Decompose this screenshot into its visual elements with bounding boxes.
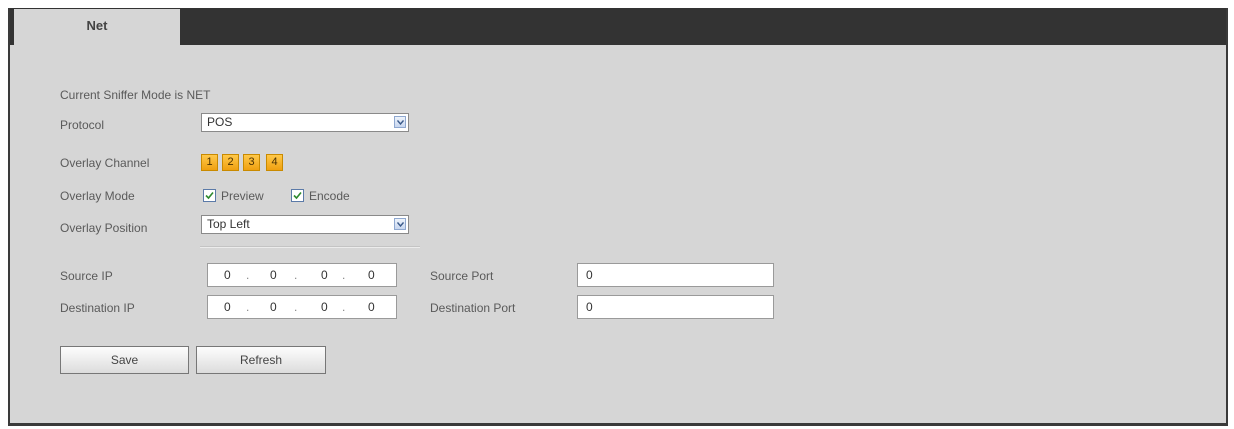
encode-checkbox[interactable] [291, 189, 304, 202]
destination-ip-label: Destination IP [60, 301, 135, 315]
chevron-down-icon[interactable] [394, 116, 406, 128]
section-divider [200, 246, 420, 248]
source-port-input[interactable]: 0 [577, 263, 774, 287]
preview-checkbox[interactable] [203, 189, 216, 202]
source-ip-octet-3: 0 [321, 268, 328, 282]
channel-1-button[interactable]: 1 [201, 154, 218, 171]
ip-separator: . [342, 268, 346, 282]
overlay-position-value: Top Left [207, 217, 250, 231]
overlay-position-label: Overlay Position [60, 221, 148, 235]
source-ip-label: Source IP [60, 269, 113, 283]
ip-separator: . [294, 268, 298, 282]
encode-label: Encode [309, 189, 350, 203]
destination-ip-octet-4: 0 [368, 300, 375, 314]
source-ip-octet-1: 0 [224, 268, 231, 282]
protocol-value: POS [207, 115, 233, 129]
channel-4-button[interactable]: 4 [266, 154, 283, 171]
protocol-select[interactable]: POS [201, 113, 409, 132]
ip-separator: . [246, 268, 250, 282]
protocol-label: Protocol [60, 118, 105, 132]
tab-net[interactable]: Net [14, 9, 180, 45]
overlay-position-select[interactable]: Top Left [201, 215, 409, 234]
source-ip-input[interactable]: 0 . 0 . 0 . 0 [207, 263, 397, 287]
channel-2-button[interactable]: 2 [222, 154, 239, 171]
refresh-button[interactable]: Refresh [196, 346, 326, 374]
destination-ip-octet-3: 0 [321, 300, 328, 314]
destination-ip-input[interactable]: 0 . 0 . 0 . 0 [207, 295, 397, 319]
net-settings-panel: Net Current Sniffer Mode is NET Protocol… [8, 8, 1228, 426]
destination-ip-octet-2: 0 [270, 300, 277, 314]
tab-bar: Net [10, 8, 1226, 45]
destination-port-label: Destination Port [430, 301, 516, 315]
source-port-label: Source Port [430, 269, 494, 283]
ip-separator: . [246, 300, 250, 314]
chevron-down-icon[interactable] [394, 218, 406, 230]
source-ip-octet-4: 0 [368, 268, 375, 282]
sniffer-mode-status: Current Sniffer Mode is NET [60, 88, 211, 102]
check-icon [293, 191, 302, 200]
overlay-channel-label: Overlay Channel [60, 156, 150, 170]
save-button[interactable]: Save [60, 346, 189, 374]
destination-port-input[interactable]: 0 [577, 295, 774, 319]
ip-separator: . [294, 300, 298, 314]
channel-3-button[interactable]: 3 [243, 154, 260, 171]
overlay-mode-label: Overlay Mode [60, 189, 135, 203]
destination-ip-octet-1: 0 [224, 300, 231, 314]
ip-separator: . [342, 300, 346, 314]
preview-label: Preview [221, 189, 264, 203]
check-icon [205, 191, 214, 200]
source-ip-octet-2: 0 [270, 268, 277, 282]
